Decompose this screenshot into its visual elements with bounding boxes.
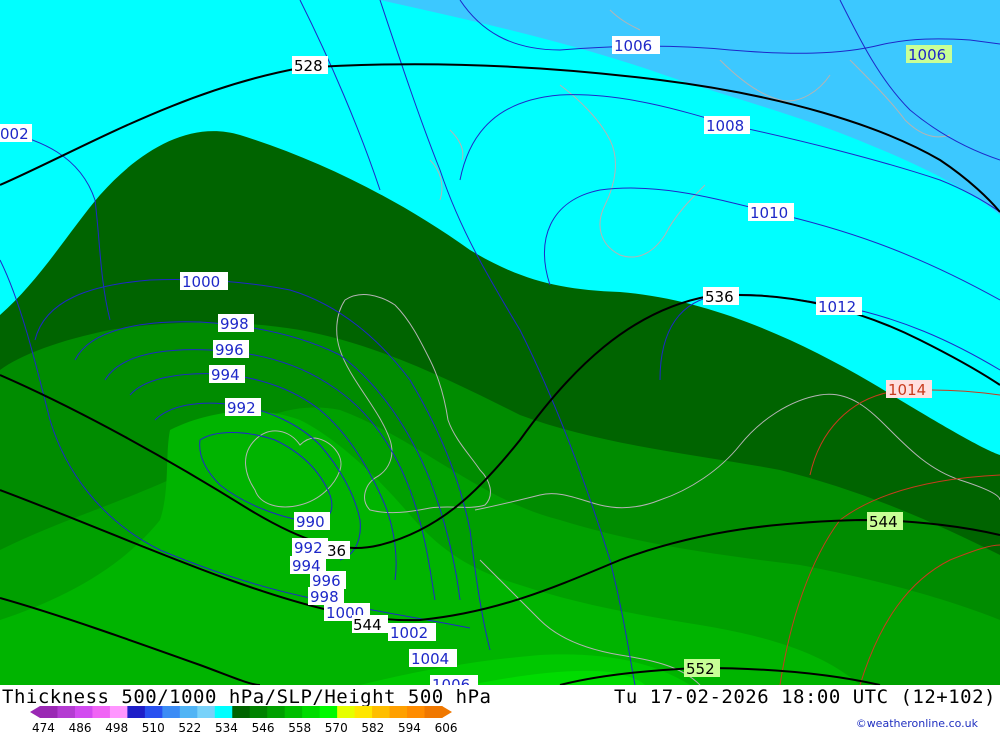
height-label: 544 [353, 616, 382, 634]
colorbar-swatch [319, 706, 338, 718]
colorbar-swatch [249, 706, 268, 718]
colorbar-arrow-right [442, 706, 452, 718]
height-label: 536 [705, 288, 734, 306]
slp-label: 1004 [411, 650, 449, 668]
slp-label: 990 [296, 513, 325, 531]
colorbar-swatch [57, 706, 76, 718]
slp-label: 992 [227, 399, 256, 417]
colorbar-tick-label: 546 [252, 721, 275, 733]
colorbar-swatch [372, 706, 391, 718]
slp-label: 1014 [888, 381, 926, 399]
colorbar-swatch [109, 706, 128, 718]
colorbar-swatch [407, 706, 426, 718]
colorbar-arrow-left [30, 706, 40, 718]
colorbar-tick-label: 594 [398, 721, 421, 733]
height-label: 552 [686, 660, 715, 678]
height-label: 36 [327, 542, 346, 560]
colorbar-swatch [214, 706, 233, 718]
slp-label: 992 [294, 539, 323, 557]
colorbar-swatch [179, 706, 198, 718]
colorbar-swatch [267, 706, 286, 718]
colorbar-swatch [92, 706, 111, 718]
colorbar-swatch [144, 706, 163, 718]
slp-label: 994 [211, 366, 240, 384]
colorbar-tick-label: 534 [215, 721, 238, 733]
footer: Thickness 500/1000 hPa/SLP/Height 500 hP… [0, 685, 1000, 733]
slp-label: 1002 [390, 624, 428, 642]
colorbar-tick-label: 606 [435, 721, 458, 733]
colorbar-swatch [74, 706, 93, 718]
slp-label: 1006 [432, 676, 470, 685]
slp-label: 998 [220, 315, 249, 333]
map-title: Thickness 500/1000 hPa/SLP/Height 500 hP… [2, 686, 492, 708]
slp-label: 1008 [706, 117, 744, 135]
height-label: 544 [869, 513, 898, 531]
slp-label: 1006 [614, 37, 652, 55]
colorbar-tick-label: 474 [32, 721, 55, 733]
map-valid-time: Tu 17-02-2026 18:00 UTC (12+102) [613, 686, 996, 708]
colorbar-swatch [354, 706, 373, 718]
colorbar-swatch [389, 706, 408, 718]
colorbar-swatch [127, 706, 146, 718]
colorbar-tick-label: 570 [325, 721, 348, 733]
slp-label: 1006 [908, 46, 946, 64]
colorbar-swatch [424, 706, 443, 718]
colorbar-swatch [197, 706, 216, 718]
colorbar-swatch [302, 706, 321, 718]
colorbar-tick-label: 510 [142, 721, 165, 733]
colorbar-swatch [284, 706, 303, 718]
weather-map: 1006 1006 002 1008 1010 1012 1014 1000 9… [0, 0, 1000, 685]
colorbar-tick-label: 582 [361, 721, 384, 733]
colorbar-swatch [40, 706, 58, 718]
map-svg: 1006 1006 002 1008 1010 1012 1014 1000 9… [0, 0, 1000, 685]
slp-label: 996 [215, 341, 244, 359]
colorbar-tick-label: 486 [69, 721, 92, 733]
slp-label: 1000 [182, 273, 220, 291]
colorbar-swatch [337, 706, 356, 718]
slp-label: 002 [0, 125, 29, 143]
colorbar-swatch [162, 706, 181, 718]
colorbar-swatch [232, 706, 251, 718]
colorbar-tick-label: 522 [178, 721, 201, 733]
slp-label: 1010 [750, 204, 788, 222]
slp-label: 1012 [818, 298, 856, 316]
credit-link[interactable]: ©weatheronline.co.uk [856, 717, 978, 730]
colorbar-tick-label: 558 [288, 721, 311, 733]
height-label: 528 [294, 57, 323, 75]
colorbar-tick-label: 498 [105, 721, 128, 733]
colorbar: 474 486 498 510 522 534 546 558 570 582 594 606 [30, 706, 458, 733]
